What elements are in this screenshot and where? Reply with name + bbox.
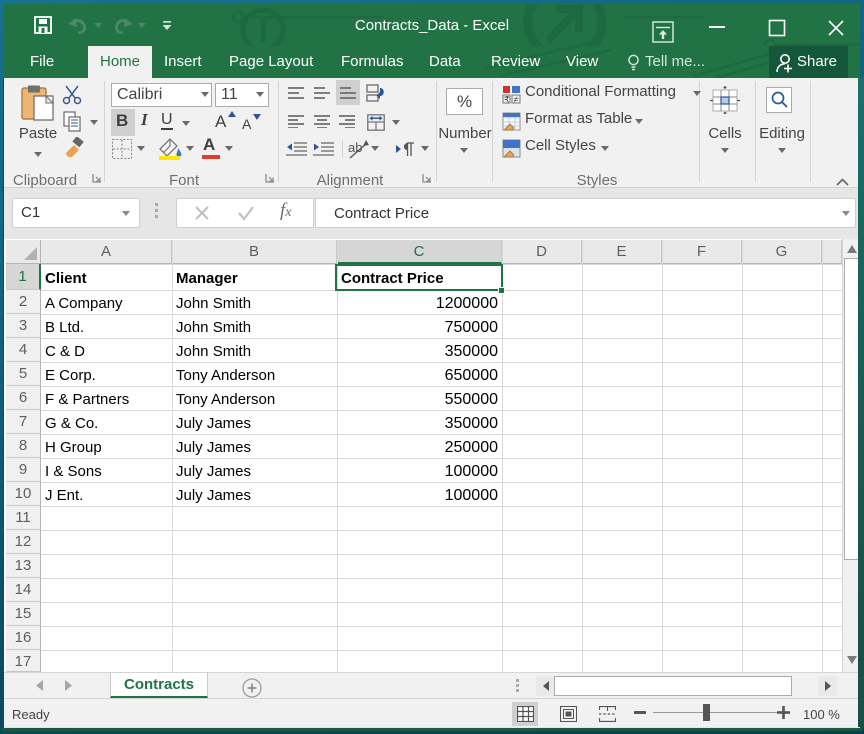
svg-text:≠: ≠ (514, 95, 519, 105)
svg-text:₹: ₹ (504, 95, 510, 105)
